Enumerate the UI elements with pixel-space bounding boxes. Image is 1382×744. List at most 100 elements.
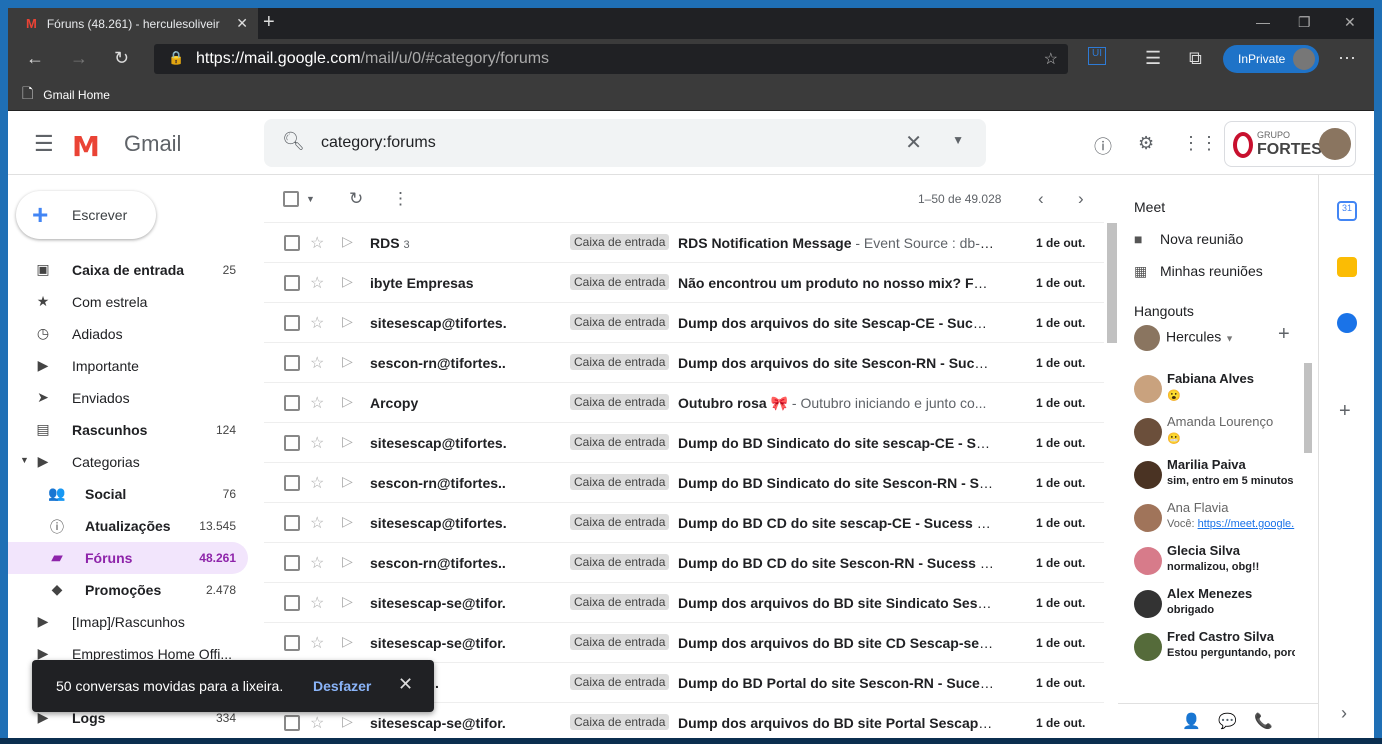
hangouts-contact[interactable]: Alex Menezes obrigado: [1134, 586, 1304, 626]
list-scrollbar[interactable]: [1107, 223, 1117, 343]
help-icon[interactable]: ⓘ: [1094, 133, 1112, 159]
my-meetings-link[interactable]: ▦ Minhas reuniões: [1134, 263, 1263, 280]
sidebar-item[interactable]: 👥 Social 76: [8, 478, 248, 510]
maximize-icon[interactable]: ❐: [1298, 14, 1311, 31]
calendar-addon-icon[interactable]: 31: [1337, 201, 1357, 221]
star-icon[interactable]: ☆: [310, 313, 324, 333]
important-marker-icon[interactable]: ▷: [342, 473, 353, 490]
row-checkbox[interactable]: [284, 395, 300, 411]
star-icon[interactable]: ☆: [310, 473, 324, 493]
star-icon[interactable]: ☆: [310, 513, 324, 533]
inbox-label[interactable]: Caixa de entrada: [570, 474, 670, 490]
url-field[interactable]: 🔒 https://mail.google.com/mail/u/0/#cate…: [154, 44, 1068, 74]
row-checkbox[interactable]: [284, 475, 300, 491]
row-checkbox[interactable]: [284, 315, 300, 331]
new-meeting-link[interactable]: ■ Nova reunião: [1134, 231, 1243, 247]
search-options-icon[interactable]: ▼: [952, 133, 964, 147]
extension-icon[interactable]: UI: [1088, 47, 1106, 65]
hangouts-contact[interactable]: Glecia Silva normalizou, obg!!: [1134, 543, 1304, 583]
compose-button[interactable]: + Escrever: [16, 191, 156, 239]
new-conversation-icon[interactable]: +: [1278, 323, 1290, 346]
undo-button[interactable]: Desfazer: [313, 678, 371, 694]
email-row[interactable]: ☆ ▷ sitesescap@tifortes. Caixa de entrada D…: [264, 503, 1104, 543]
star-icon[interactable]: ☆: [310, 433, 324, 453]
sidebar-item[interactable]: ◆ Promoções 2.478: [8, 574, 248, 606]
dismiss-snackbar-icon[interactable]: ✕: [398, 674, 413, 695]
collections-icon[interactable]: ⧉: [1189, 48, 1202, 69]
important-marker-icon[interactable]: ▷: [342, 313, 353, 330]
account-avatar[interactable]: [1319, 128, 1351, 160]
add-addon-icon[interactable]: +: [1339, 400, 1351, 423]
row-checkbox[interactable]: [284, 635, 300, 651]
email-row[interactable]: ☆ ▷ sescon-rn@tifortes.. Caixa de entrada D…: [264, 463, 1104, 503]
hangouts-user[interactable]: Hercules ▼: [1134, 325, 1234, 351]
more-actions-icon[interactable]: ⋮: [392, 189, 409, 209]
account-brand[interactable]: GRUPO FORTES: [1224, 121, 1356, 167]
keep-addon-icon[interactable]: [1337, 257, 1357, 277]
hangouts-contact[interactable]: Marilia Paiva sim, entro em 5 minutos: [1134, 457, 1304, 497]
back-icon[interactable]: ←: [26, 48, 44, 69]
important-marker-icon[interactable]: ▷: [342, 273, 353, 290]
sidebar-item[interactable]: ➤ Enviados: [8, 382, 248, 414]
important-marker-icon[interactable]: ▷: [342, 713, 353, 730]
row-checkbox[interactable]: [284, 235, 300, 251]
clear-search-icon[interactable]: ✕: [905, 130, 922, 155]
sidebar-item[interactable]: ★ Com estrela: [8, 286, 248, 318]
inbox-label[interactable]: Caixa de entrada: [570, 394, 670, 410]
star-icon[interactable]: ☆: [310, 713, 324, 733]
gmail-logo-icon[interactable]: M: [72, 130, 100, 163]
new-tab-icon[interactable]: +: [263, 11, 275, 34]
star-icon[interactable]: ☆: [310, 233, 324, 253]
inbox-label[interactable]: Caixa de entrada: [570, 594, 670, 610]
prev-page-icon[interactable]: ‹: [1038, 189, 1044, 209]
chat-icon[interactable]: 💬: [1218, 712, 1237, 730]
favorite-star-icon[interactable]: ☆: [1044, 49, 1058, 69]
inbox-label[interactable]: Caixa de entrada: [570, 234, 670, 250]
email-row[interactable]: ☆ ▷ sitesescap-se@tifor. Caixa de entrada D…: [264, 623, 1104, 663]
row-checkbox[interactable]: [284, 715, 300, 731]
sidebar-item[interactable]: ◷ Adiados: [8, 318, 248, 350]
sidebar-item[interactable]: ▼ ▶ Categorias: [8, 446, 248, 478]
inbox-label[interactable]: Caixa de entrada: [570, 554, 670, 570]
sidebar-item[interactable]: ▣ Caixa de entrada 25: [8, 254, 248, 286]
row-checkbox[interactable]: [284, 275, 300, 291]
row-checkbox[interactable]: [284, 435, 300, 451]
hangouts-contact[interactable]: Fabiana Alves 😮: [1134, 371, 1304, 411]
important-marker-icon[interactable]: ▷: [342, 593, 353, 610]
tasks-addon-icon[interactable]: [1337, 313, 1357, 333]
refresh-icon[interactable]: ↻: [114, 48, 129, 69]
star-icon[interactable]: ☆: [310, 593, 324, 613]
inbox-label[interactable]: Caixa de entrada: [570, 634, 670, 650]
favorite-gmail-home[interactable]: Gmail Home: [43, 88, 110, 102]
row-checkbox[interactable]: [284, 355, 300, 371]
apps-grid-icon[interactable]: ⋮⋮: [1182, 133, 1218, 154]
contacts-scrollbar[interactable]: [1304, 363, 1312, 453]
hangouts-contact[interactable]: Fred Castro Silva Estou perguntando, porc: [1134, 629, 1304, 669]
email-row[interactable]: ☆ ▷ ibyte Empresas Caixa de entrada Não enc…: [264, 263, 1104, 303]
contacts-icon[interactable]: 👤: [1182, 712, 1201, 730]
star-icon[interactable]: ☆: [310, 353, 324, 373]
email-row[interactable]: ☆ ▷ sescon-rn@tifortes.. Caixa de entrada D…: [264, 543, 1104, 583]
important-marker-icon[interactable]: ▷: [342, 513, 353, 530]
expand-categories-icon[interactable]: ▼: [20, 455, 29, 465]
email-row[interactable]: ☆ ▷ sitesescap@tifortes. Caixa de entrada D…: [264, 423, 1104, 463]
window-close-icon[interactable]: ✕: [1344, 14, 1356, 31]
phone-icon[interactable]: 📞: [1254, 712, 1273, 730]
search-icon[interactable]: 🔍︎: [282, 131, 305, 152]
inbox-label[interactable]: Caixa de entrada: [570, 434, 670, 450]
hangouts-contact[interactable]: Amanda Lourenço 😬: [1134, 414, 1304, 454]
important-marker-icon[interactable]: ▷: [342, 553, 353, 570]
message-link[interactable]: https://meet.google.: [1198, 518, 1295, 530]
important-marker-icon[interactable]: ▷: [342, 233, 353, 250]
sidebar-item[interactable]: ▤ Rascunhos 124: [8, 414, 248, 446]
browser-tab[interactable]: M Fóruns (48.261) - herculesoliveir ✕: [8, 8, 258, 39]
next-page-icon[interactable]: ›: [1078, 189, 1084, 209]
sidebar-item[interactable]: ▰ Fóruns 48.261: [8, 542, 248, 574]
important-marker-icon[interactable]: ▷: [342, 393, 353, 410]
email-row[interactable]: ☆ ▷ RDS 3 Caixa de entrada RDS Notification …: [264, 223, 1104, 263]
inbox-label[interactable]: Caixa de entrada: [570, 354, 670, 370]
sidebar-item[interactable]: ▶ Importante: [8, 350, 248, 382]
favorites-icon[interactable]: ☰: [1145, 48, 1161, 69]
email-row[interactable]: ☆ ▷ sescon-rn@tifortes.. Caixa de entrada D…: [264, 343, 1104, 383]
forward-icon[interactable]: →: [70, 48, 88, 69]
